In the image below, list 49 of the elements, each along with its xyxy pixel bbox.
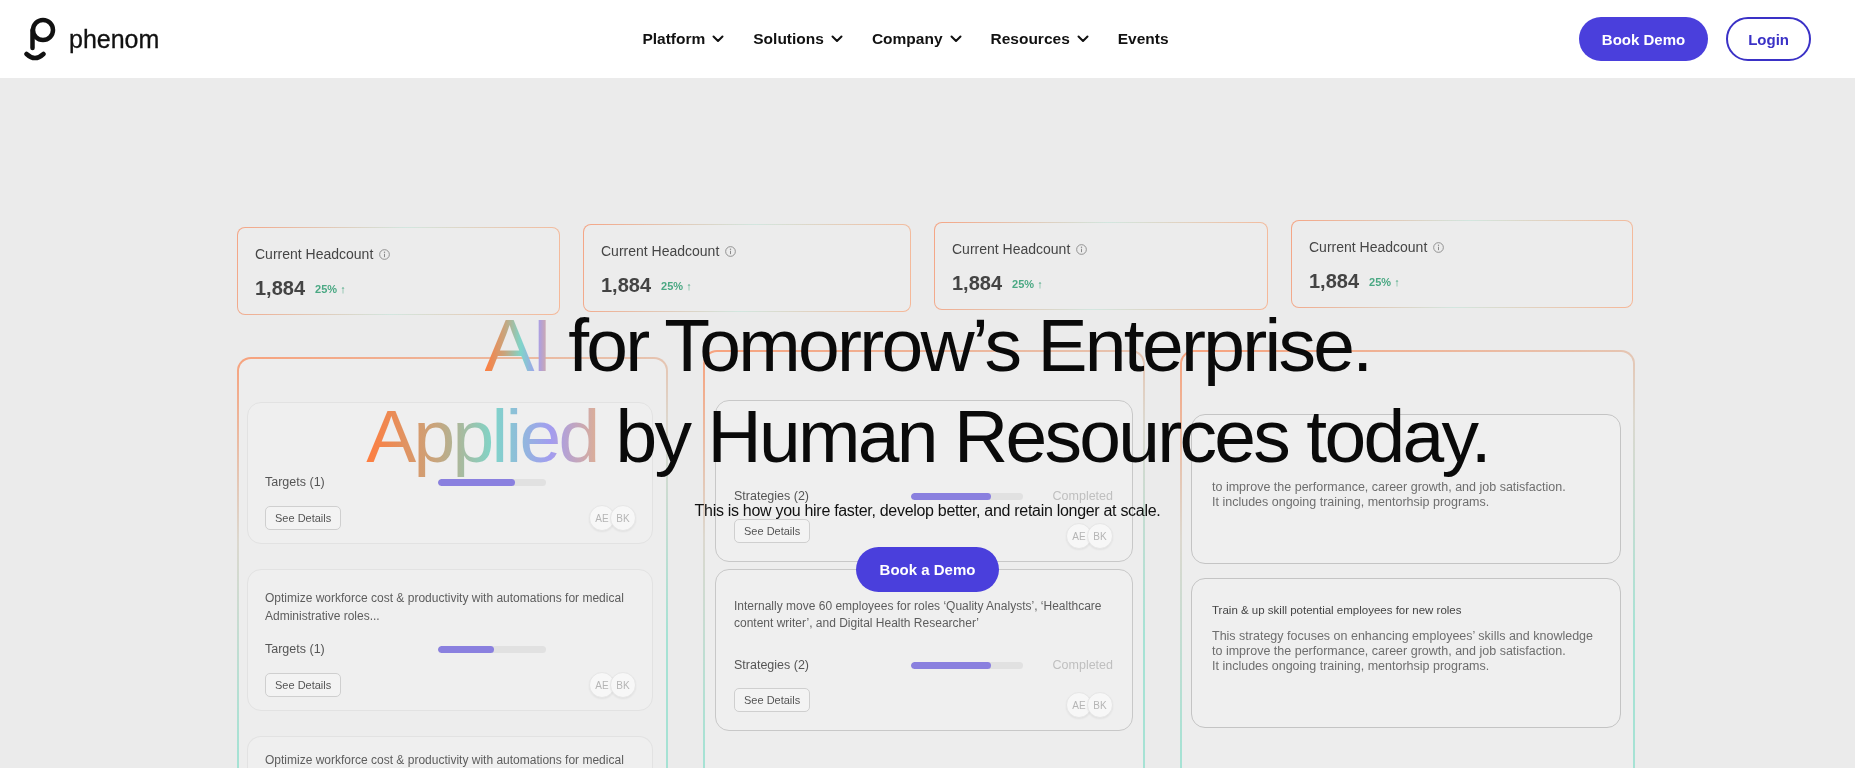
hero-subtitle: This is how you hire faster, develop better, and retain longer at scale.	[694, 503, 1161, 519]
logo[interactable]: phenom	[24, 17, 160, 61]
metric-label: Current Headcount	[952, 241, 1071, 257]
avatar: AE	[1066, 692, 1092, 718]
progress-label: Targets (1)	[265, 474, 326, 490]
metric-change: 25% ↑	[1012, 278, 1043, 291]
logo-icon	[24, 17, 57, 61]
metric-label: Current Headcount	[601, 243, 720, 259]
card-description: Optimize workforce cost & productivity with automations for medical Administrative roles...	[265, 590, 625, 625]
details-button[interactable]: See Details	[265, 506, 342, 530]
nav-link[interactable]: Resources	[990, 29, 1089, 49]
plan-title: Train & up skill potential employees for new roles	[1212, 603, 1463, 618]
login-button[interactable]: Login	[1726, 17, 1811, 61]
demo-button[interactable]: Book a Demo	[855, 547, 1000, 592]
avatar: BK	[610, 505, 636, 531]
demo-button[interactable]: Book Demo	[1578, 17, 1709, 61]
avatar: AE	[589, 672, 615, 698]
metric-change: 25% ↑	[315, 283, 346, 296]
metric-change: 25% ↑	[661, 280, 692, 293]
card-description: Internally move 60 employees for roles ‘Quality Analysts’, ‘Healthcare content writer’, and Digital Health Researcher’	[734, 598, 1103, 632]
card-description: Optimize workforce cost & productivity with automations for medical	[265, 752, 625, 768]
info-icon	[725, 245, 737, 257]
metric-value: 1,884	[601, 274, 652, 296]
nav-link[interactable]: Events	[1117, 29, 1169, 49]
avatar: AE	[589, 505, 615, 531]
metric-label: Current Headcount	[1309, 239, 1428, 255]
avatar: BK	[610, 672, 636, 698]
plan-description: to improve the performance, career growth, and job satisfaction. It includes ongoing training, mentorhsip programs.	[1212, 480, 1567, 510]
progress-label: Strategies (2)	[734, 489, 811, 503]
info-icon	[1433, 241, 1445, 253]
avatar: BK	[1087, 523, 1113, 549]
details-button[interactable]: See Details	[265, 673, 342, 697]
nav-link[interactable]: Platform	[642, 29, 725, 49]
avatar: AE	[1066, 523, 1092, 549]
info-icon	[379, 248, 391, 260]
details-button[interactable]: See Details	[734, 688, 811, 712]
metric-label: Current Headcount	[255, 246, 374, 262]
plan-description: This strategy focuses on enhancing employees’ skills and knowledge to improve the performance, career growth, and job satisfaction. It includes ongoing training, mentorhsip programs.	[1212, 629, 1594, 674]
metric-change: 25% ↑	[1369, 276, 1400, 289]
metric-value: 1,884	[952, 272, 1003, 294]
info-icon	[1076, 243, 1088, 255]
details-button[interactable]: See Details	[734, 519, 811, 543]
progress-label: Targets (1)	[265, 641, 326, 657]
metric-value: 1,884	[1309, 270, 1360, 292]
progress-label: Strategies (2)	[734, 658, 811, 672]
avatar: BK	[1087, 692, 1113, 718]
nav-link[interactable]: Solutions	[753, 29, 843, 49]
metric-value: 1,884	[255, 277, 306, 299]
nav-link[interactable]: Company	[871, 29, 962, 49]
